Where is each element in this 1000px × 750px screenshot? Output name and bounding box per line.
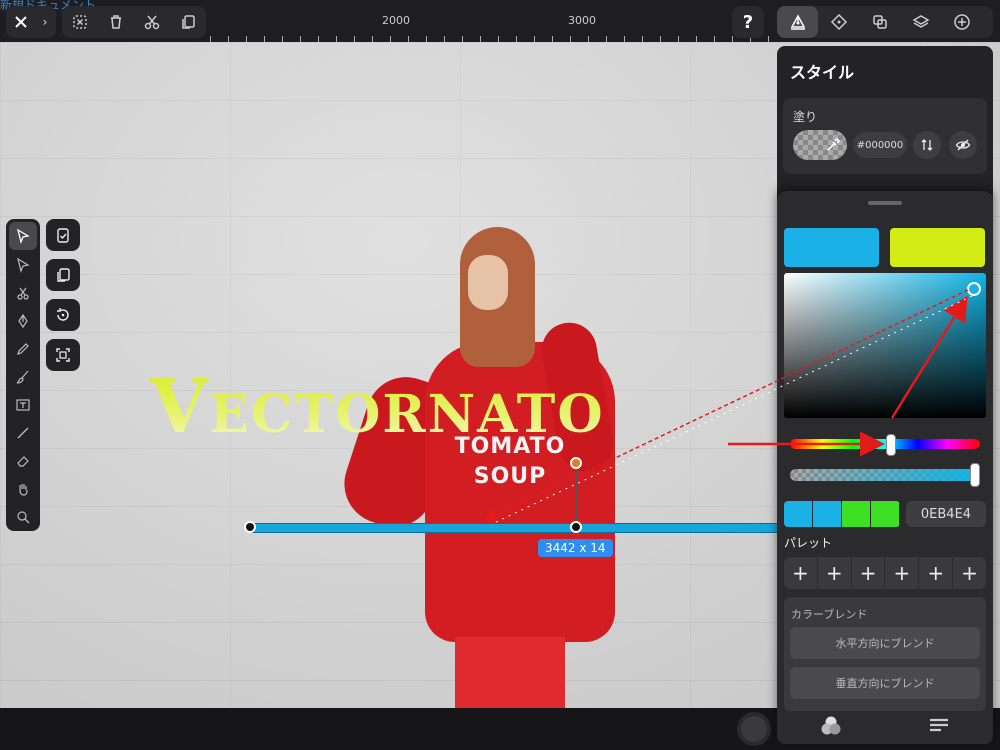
zoom-tool-icon[interactable]: [6, 503, 40, 531]
fill-color-swatch[interactable]: [793, 130, 847, 160]
eyedropper-icon[interactable]: [825, 137, 841, 153]
blend-horizontal-button[interactable]: 水平方向にブレンド: [790, 627, 980, 659]
inspector-tabs: [777, 6, 993, 38]
add-tab-icon[interactable]: [941, 6, 982, 38]
top-bar: 新規ドキュメント 2000 3000 › ?: [0, 0, 1000, 42]
scissors-tool-icon[interactable]: [6, 279, 40, 307]
blend-vertical-button[interactable]: 垂直方向にブレンド: [790, 667, 980, 699]
close-icon[interactable]: [6, 6, 36, 38]
photo-legs: [455, 637, 565, 708]
text-tool-icon[interactable]: [6, 391, 40, 419]
selection-tool-icon[interactable]: [9, 222, 37, 250]
color-blend-card: カラーブレンド 水平方向にブレンド 垂直方向にブレンド: [784, 597, 986, 711]
fill-hex-value[interactable]: #000000: [853, 132, 907, 158]
saturation-value-area[interactable]: [784, 273, 986, 418]
add-palette-color-button[interactable]: +: [784, 557, 818, 589]
color-blend-label: カラーブレンド: [791, 608, 868, 621]
horizontal-ruler: 2000 3000: [210, 14, 780, 42]
hex-input[interactable]: 0EB4E4: [906, 501, 986, 527]
left-toolbar: [6, 219, 40, 531]
eraser-tool-icon[interactable]: [6, 447, 40, 475]
photo-face: [468, 255, 508, 310]
chevron-right-icon[interactable]: ›: [36, 6, 54, 38]
deselect-icon[interactable]: [62, 6, 98, 38]
palette-label: パレット: [784, 536, 833, 550]
duplicate-icon[interactable]: [170, 6, 206, 38]
opacity-slider[interactable]: [790, 469, 980, 481]
record-button[interactable]: [737, 712, 771, 746]
line-mid-node[interactable]: [570, 521, 582, 533]
rotation-stem: [576, 470, 577, 525]
edit-toolbar: [62, 6, 206, 38]
rotate-icon[interactable]: [46, 299, 80, 331]
app-window: TOMATO SOUP Vectornato 3442 x 14 新規ドキュメン…: [0, 0, 1000, 750]
clipboard-check-icon[interactable]: [46, 219, 80, 251]
recent-color-swatch[interactable]: [842, 501, 871, 527]
ruler-ticks: [210, 36, 780, 42]
hand-tool-icon[interactable]: [6, 475, 40, 503]
current-color-preview[interactable]: [784, 228, 879, 267]
selected-line-shape[interactable]: [250, 523, 780, 533]
panel-title: スタイル: [790, 63, 855, 82]
quick-actions: [46, 219, 80, 379]
recent-color-swatch[interactable]: [871, 501, 900, 527]
paste-icon[interactable]: [46, 259, 80, 291]
sweater-line-2: SOUP: [473, 464, 547, 489]
popup-bottom-bar: [777, 707, 993, 744]
node-tool-icon[interactable]: [6, 251, 40, 279]
add-palette-color-button[interactable]: +: [953, 557, 986, 589]
fill-card: 塗り #000000: [783, 98, 987, 174]
layers-tab-icon[interactable]: [900, 6, 941, 38]
hue-slider[interactable]: [790, 439, 980, 449]
add-palette-color-button[interactable]: +: [852, 557, 886, 589]
color-picker-popup: 0EB4E4 パレット + + + + + + カラーブレンド 水平方向にブレン…: [777, 191, 993, 744]
fill-label: 塗り: [793, 110, 818, 124]
selection-size-badge: 3442 x 14: [538, 539, 613, 557]
close-group: ›: [6, 6, 56, 38]
artwork-text[interactable]: Vectornato: [150, 364, 605, 450]
help-button[interactable]: ?: [732, 6, 764, 38]
hue-slider-handle[interactable]: [886, 434, 896, 456]
visibility-off-icon[interactable]: [949, 131, 977, 159]
pencil-tool-icon[interactable]: [6, 335, 40, 363]
recent-colors: [784, 501, 900, 527]
list-mode-icon[interactable]: [927, 714, 951, 738]
style-tab-icon[interactable]: [777, 6, 818, 38]
rotation-handle[interactable]: [570, 457, 582, 469]
pen-tool-icon[interactable]: [6, 307, 40, 335]
swap-icon[interactable]: [913, 131, 941, 159]
ruler-label: 3000: [568, 14, 596, 27]
opacity-slider-handle[interactable]: [970, 463, 980, 487]
popup-grabber[interactable]: [868, 201, 902, 205]
line-start-node[interactable]: [244, 521, 256, 533]
brush-tool-icon[interactable]: [6, 363, 40, 391]
new-color-preview[interactable]: [890, 228, 985, 267]
add-palette-color-button[interactable]: +: [885, 557, 920, 589]
recent-color-swatch[interactable]: [813, 501, 842, 527]
line-tool-icon[interactable]: [6, 419, 40, 447]
recent-color-swatch[interactable]: [784, 501, 813, 527]
scissors-icon[interactable]: [134, 6, 170, 38]
add-palette-color-button[interactable]: +: [919, 557, 954, 589]
palette-row: + + + + + +: [784, 557, 986, 589]
trash-icon[interactable]: [98, 6, 134, 38]
add-palette-color-button[interactable]: +: [818, 557, 852, 589]
fit-selection-icon[interactable]: [46, 339, 80, 371]
color-mode-icon[interactable]: [819, 714, 843, 738]
ruler-label: 2000: [382, 14, 410, 27]
saturation-value-handle[interactable]: [967, 282, 981, 296]
path-tab-icon[interactable]: [859, 6, 900, 38]
arrange-tab-icon[interactable]: [818, 6, 859, 38]
